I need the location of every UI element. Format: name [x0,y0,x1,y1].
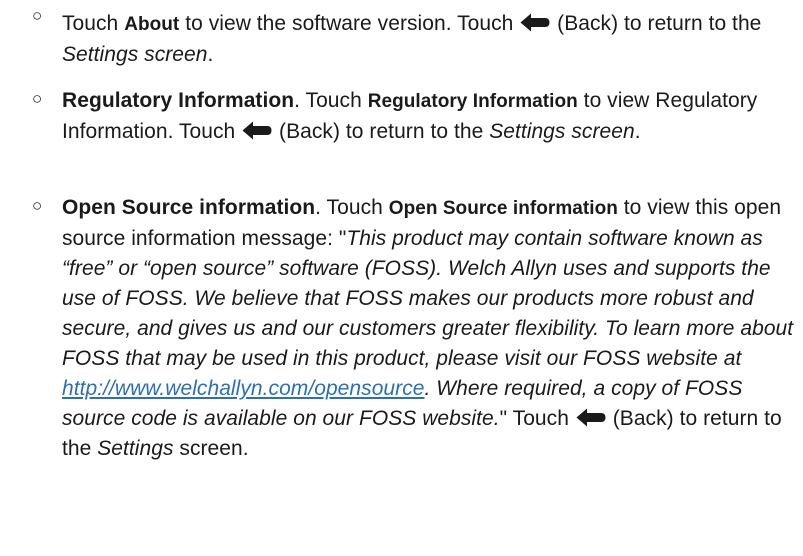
list-bullet: ○ [32,6,43,25]
item-title: Regulatory Information [62,89,295,112]
back-arrow-icon [242,121,272,140]
list-item-text: Regulatory Information. Touch Regulatory… [62,89,758,143]
settings-screen-ref: Settings screen [489,120,635,143]
list-item-text: Open Source information. Touch Open Sour… [62,196,794,460]
settings-screen-ref: Settings [97,437,174,460]
open-source-information-label: Open Source information [388,198,618,219]
list-bullet: ○ [32,89,43,108]
back-arrow-icon [576,408,606,427]
item-title: Open Source information [62,196,316,219]
foss-website-link[interactable]: http://www.welchallyn.com/opensource [62,377,424,400]
list-bullet: ○ [32,196,43,215]
settings-screen-ref: Settings screen [62,43,208,66]
back-arrow-icon [520,13,550,32]
regulatory-information-label: Regulatory Information [367,91,578,112]
about-label: About [124,14,180,35]
list-item-text: Touch About to view the software version… [62,12,762,66]
